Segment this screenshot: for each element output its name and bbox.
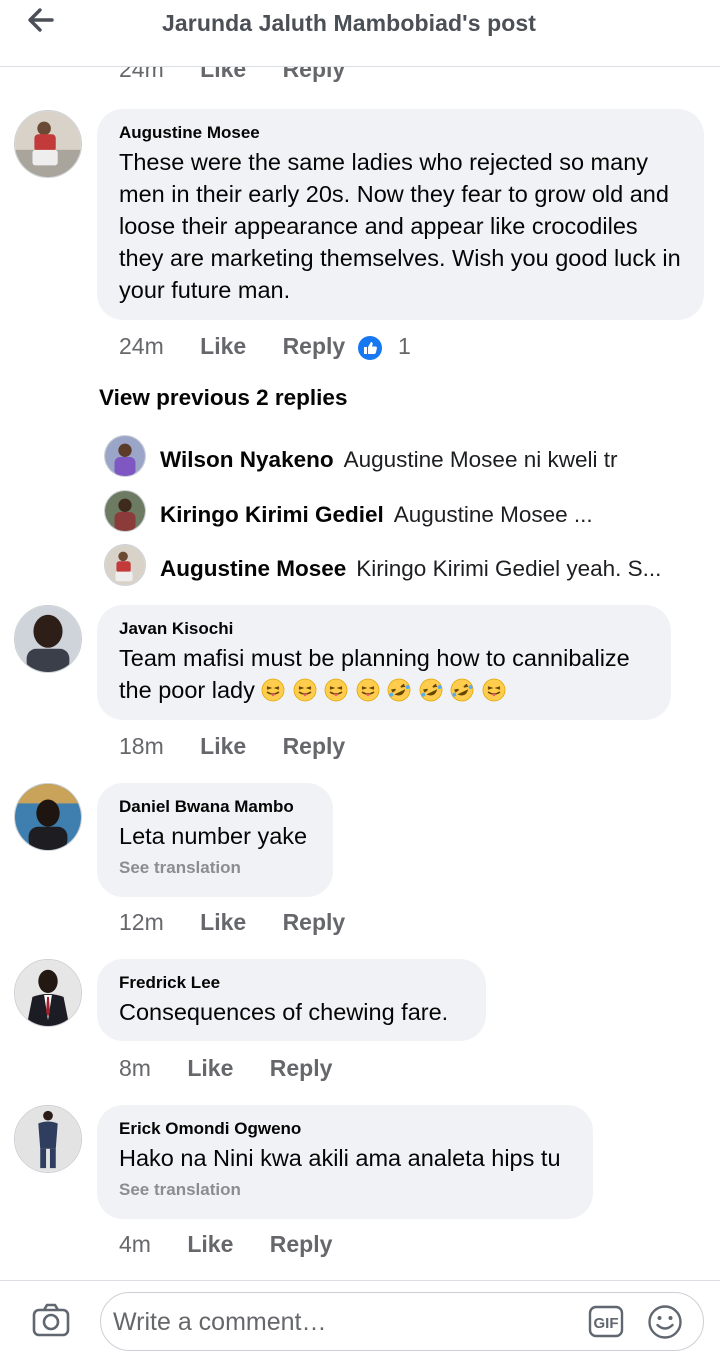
avatar[interactable] — [104, 490, 146, 532]
page-title: Jarunda Jaluth Mambobiad's post — [162, 10, 537, 36]
like-button[interactable]: Like — [187, 1231, 233, 1257]
comment-time: 24m — [119, 67, 164, 82]
svg-text:GIF: GIF — [594, 1315, 619, 1332]
comment-text: Team mafisi must be planning how to cann… — [119, 642, 649, 706]
avatar[interactable] — [104, 544, 146, 586]
comment-input[interactable] — [111, 1301, 575, 1343]
like-button[interactable]: Like — [200, 333, 246, 359]
comment-meta: 18m Like Reply — [119, 733, 345, 760]
comment-text: Leta number yake — [119, 823, 308, 849]
comment-time: 8m — [119, 1055, 151, 1081]
reply-text: Kiringo Kirimi Gediel yeah. S... — [356, 556, 662, 581]
comment-bubble: Fredrick Lee Consequences of chewing far… — [97, 959, 486, 1041]
comment-meta-partial: 24m Like Reply — [119, 67, 345, 83]
comment-composer: GIF — [0, 1280, 720, 1356]
tongue-out-icon — [482, 678, 506, 702]
comment-author[interactable]: Fredrick Lee — [119, 973, 464, 993]
reply-author[interactable]: Wilson Nyakeno — [160, 447, 334, 472]
rofl-icon — [419, 678, 443, 702]
comment-meta: 12m Like Reply — [119, 909, 345, 936]
gif-icon[interactable]: GIF — [588, 1305, 624, 1338]
reply-text: Augustine Mosee ... — [393, 502, 593, 527]
tongue-out-icon — [325, 678, 348, 702]
tongue-out-icon — [356, 678, 380, 702]
comment-author[interactable]: Javan Kisochi — [119, 619, 649, 639]
avatar[interactable] — [14, 605, 82, 673]
like-button[interactable]: Like — [200, 909, 246, 935]
avatar[interactable] — [14, 959, 82, 1027]
avatar[interactable] — [14, 783, 82, 851]
comment-meta: 4m Like Reply — [119, 1231, 332, 1258]
reply-button[interactable]: Reply — [283, 909, 346, 935]
reply-button[interactable]: Reply — [283, 733, 346, 759]
avatar[interactable] — [104, 435, 146, 477]
reply-author[interactable]: Kiringo Kirimi Gediel — [160, 502, 384, 527]
avatar[interactable] — [14, 110, 82, 178]
comment-time: 4m — [119, 1231, 151, 1257]
view-previous-replies-link[interactable]: View previous 2 replies — [99, 385, 347, 411]
see-translation-link[interactable]: See translation — [119, 1180, 571, 1200]
camera-icon[interactable] — [32, 1303, 70, 1337]
reply-text: Augustine Mosee ni kweli tr — [343, 447, 618, 472]
reply-button[interactable]: Reply — [283, 67, 346, 82]
reply-button[interactable]: Reply — [270, 1231, 333, 1257]
rofl-icon — [451, 678, 474, 702]
like-reaction-icon[interactable] — [358, 336, 382, 360]
comment-box: GIF — [100, 1292, 704, 1351]
comment-time: 24m — [119, 333, 164, 359]
comment-bubble: Erick Omondi Ogweno Hako na Nini kwa aki… — [97, 1105, 593, 1219]
comment-meta: 8m Like Reply — [119, 1055, 332, 1082]
rofl-icon — [388, 678, 411, 702]
tongue-out-icon — [262, 678, 285, 702]
like-button[interactable]: Like — [187, 1055, 233, 1081]
comment-time: 12m — [119, 909, 164, 935]
comment-bubble: Javan Kisochi Team mafisi must be planni… — [97, 605, 671, 720]
comment-text: Hako na Nini kwa akili ama analeta hips … — [119, 1145, 561, 1171]
reply-button[interactable]: Reply — [283, 333, 346, 359]
reply-author[interactable]: Augustine Mosee — [160, 556, 346, 581]
reply-button[interactable]: Reply — [270, 1055, 333, 1081]
avatar[interactable] — [14, 1105, 82, 1173]
emoji-list — [261, 677, 513, 703]
like-button[interactable]: Like — [200, 733, 246, 759]
comment-author[interactable]: Augustine Mosee — [119, 123, 682, 143]
like-button[interactable]: Like — [200, 67, 246, 82]
reply-row[interactable]: Kiringo Kirimi Gediel Augustine Mosee ... — [160, 502, 690, 528]
reaction-count: 1 — [398, 333, 411, 359]
comment-author[interactable]: Daniel Bwana Mambo — [119, 797, 311, 817]
reply-row[interactable]: Augustine Mosee Kiringo Kirimi Gediel yea… — [160, 556, 690, 582]
back-arrow-icon[interactable] — [26, 6, 56, 34]
comment-text: Consequences of chewing fare. — [119, 999, 449, 1025]
comment-author[interactable]: Erick Omondi Ogweno — [119, 1119, 571, 1139]
see-translation-link[interactable]: See translation — [119, 858, 311, 878]
comment-bubble: Augustine Mosee These were the same ladi… — [97, 109, 704, 320]
smiley-icon[interactable] — [647, 1304, 683, 1340]
tongue-out-icon — [293, 678, 317, 702]
reply-row[interactable]: Wilson Nyakeno Augustine Mosee ni kweli t… — [160, 447, 690, 473]
comment-text: These were the same ladies who rejected … — [119, 149, 681, 303]
comment-bubble: Daniel Bwana Mambo Leta number yake See … — [97, 783, 333, 897]
post-header: Jarunda Jaluth Mambobiad's post — [0, 0, 720, 67]
comment-time: 18m — [119, 733, 164, 759]
comment-meta: 24m Like Reply — [119, 333, 345, 360]
comments-feed: 24m Like Reply Augustine Mosee These wer… — [0, 67, 720, 1280]
